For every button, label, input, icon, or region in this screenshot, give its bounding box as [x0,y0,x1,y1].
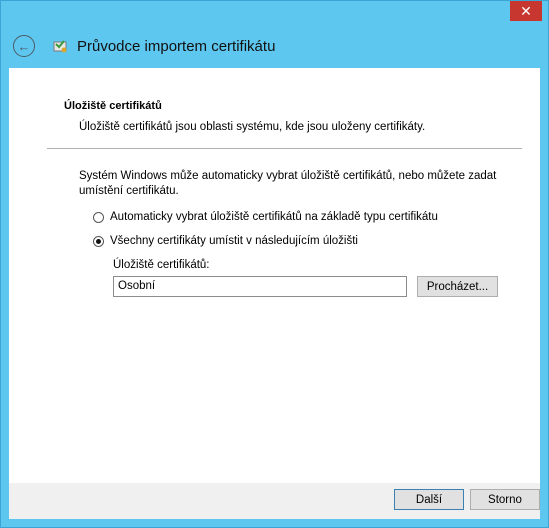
close-button[interactable]: ✕ [510,1,542,21]
header-separator [47,148,522,149]
cancel-button[interactable]: Storno [470,489,540,510]
wizard-window: ✕ ← Průvodce importem certifikátu Úložiš… [0,0,549,528]
certificate-wizard-icon [53,40,67,53]
manual-store-radio[interactable] [93,235,104,247]
back-button[interactable]: ← [13,35,35,57]
close-icon: ✕ [520,2,532,19]
intro-text: Systém Windows může automaticky vybrat ú… [79,170,497,197]
wizard-footer: Další Storno [9,483,540,519]
auto-select-option[interactable]: Automaticky vybrat úložiště certifikátů … [93,211,438,223]
window-title: Průvodce importem certifikátu [77,37,276,55]
browse-button[interactable]: Procházet... [417,276,498,297]
back-arrow-icon: ← [17,38,31,54]
manual-store-label: Všechny certifikáty umístit v následujíc… [110,235,358,247]
radio-selected-dot [96,238,101,244]
wizard-page: Úložiště certifikátů Úložiště certifikát… [9,68,540,483]
manual-store-option[interactable]: Všechny certifikáty umístit v následujíc… [93,235,358,247]
certificate-store-field[interactable]: Osobní [113,276,407,297]
section-title: Úložiště certifikátů [64,100,162,112]
next-button[interactable]: Další [394,489,464,510]
auto-select-radio[interactable] [93,211,104,223]
auto-select-label: Automaticky vybrat úložiště certifikátů … [110,211,438,223]
wizard-header: ← Průvodce importem certifikátu [9,31,540,61]
store-field-label: Úložiště certifikátů: [113,259,210,271]
section-description: Úložiště certifikátů jsou oblasti systém… [79,121,426,133]
